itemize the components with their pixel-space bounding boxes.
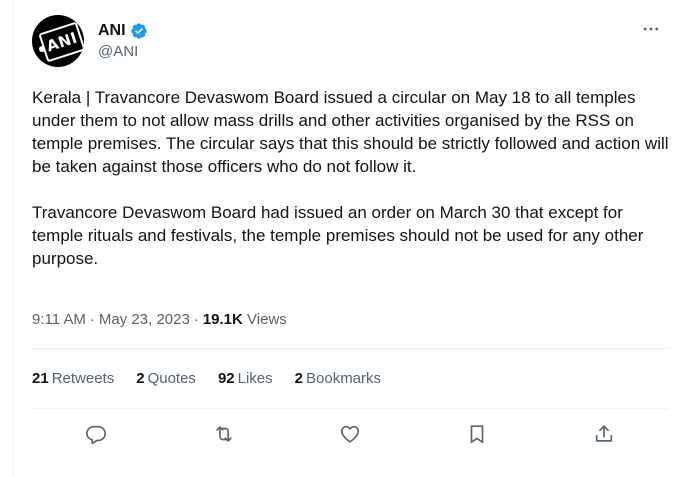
bookmarks-count: 2	[294, 369, 303, 387]
heart-icon[interactable]	[334, 418, 366, 450]
divider	[32, 408, 668, 409]
retweets-count: 21	[32, 369, 49, 387]
retweets-label: Retweets	[51, 369, 115, 387]
quotes-stat[interactable]: 2 Quotes	[136, 370, 196, 387]
bookmark-icon[interactable]	[461, 418, 493, 450]
quotes-label: Quotes	[147, 369, 196, 387]
tweet-time[interactable]: 9:11 AM	[32, 311, 86, 328]
reply-icon[interactable]	[80, 418, 112, 450]
quotes-count: 2	[136, 369, 145, 387]
avatar[interactable]: ANI	[32, 15, 84, 67]
likes-stat[interactable]: 92 Likes	[218, 370, 273, 387]
timeline-border	[12, 0, 13, 477]
tweet-actions	[80, 418, 620, 450]
tweet-header: ANI ANI @ANI	[32, 15, 148, 67]
author-names: ANI @ANI	[98, 20, 148, 62]
author-display-name[interactable]: ANI	[98, 22, 126, 40]
retweet-icon[interactable]	[208, 418, 240, 450]
more-horizontal-icon[interactable]	[637, 16, 665, 42]
share-icon[interactable]	[588, 418, 620, 450]
tweet-text: Kerala | Travancore Devaswom Board issue…	[32, 88, 669, 268]
bookmarks-label: Bookmarks	[306, 369, 382, 387]
likes-label: Likes	[237, 369, 273, 387]
tweet-date[interactable]: May 23, 2023	[99, 311, 190, 328]
tweet-meta: 9:11 AM · May 23, 2023 · 19.1K Views	[32, 308, 287, 332]
divider	[32, 348, 668, 349]
avatar-logo: ANI	[38, 21, 84, 63]
views-count: 19.1K	[202, 311, 243, 328]
name-row: ANI	[98, 20, 148, 42]
author-handle[interactable]: @ANI	[98, 42, 148, 62]
tweet-card: ANI ANI @ANI Kerala | Travancore Devaswo…	[0, 0, 673, 477]
meta-separator: ·	[89, 311, 95, 328]
retweets-stat[interactable]: 21 Retweets	[32, 370, 114, 387]
verified-badge-icon[interactable]	[130, 22, 148, 40]
bookmarks-stat[interactable]: 2 Bookmarks	[295, 370, 381, 387]
views-label: Views	[247, 311, 287, 328]
tweet-stats: 21 Retweets 2 Quotes 92 Likes 2 Bookmarks	[32, 366, 403, 390]
meta-separator: ·	[193, 311, 199, 328]
likes-count: 92	[217, 369, 235, 387]
